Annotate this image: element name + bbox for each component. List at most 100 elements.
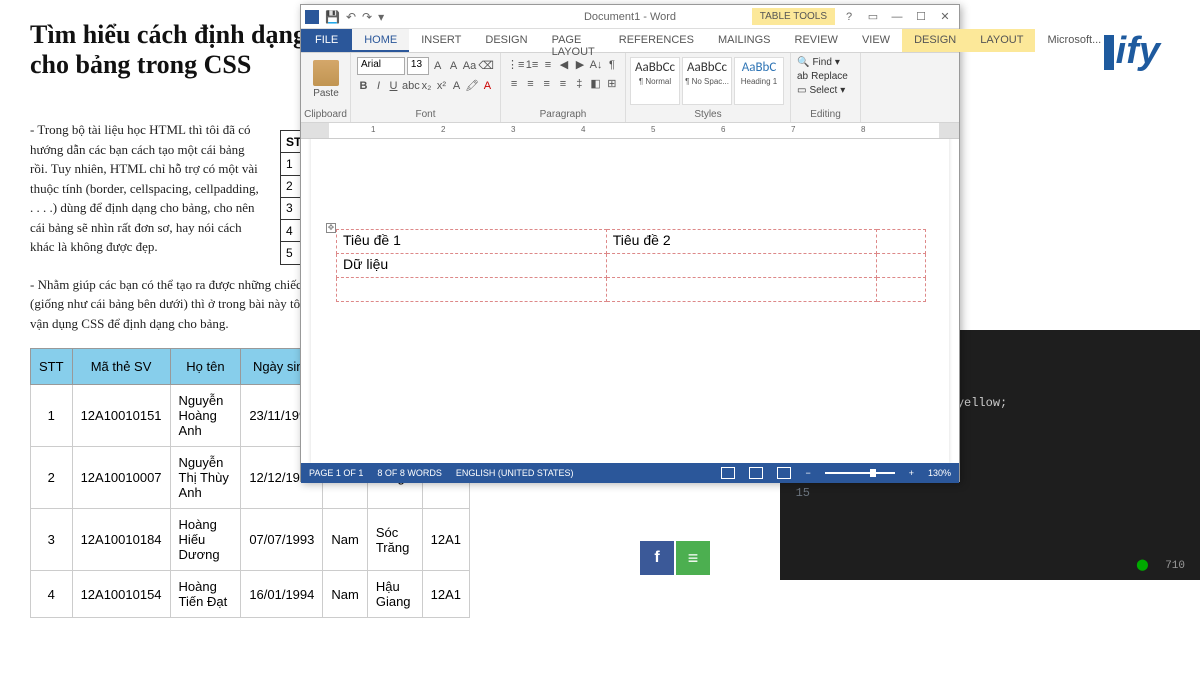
grow-font-icon[interactable]: A — [431, 58, 445, 74]
strike-button[interactable]: abc — [402, 78, 418, 94]
document-title: Document1 - Word — [584, 11, 676, 23]
horizontal-ruler[interactable]: 123 456 78 — [301, 123, 959, 139]
replace-button[interactable]: ab Replace — [797, 71, 854, 82]
table-move-handle-icon[interactable]: ✥ — [326, 223, 336, 233]
sort-icon[interactable]: A↓ — [589, 57, 603, 73]
decrease-indent-icon[interactable]: ◀ — [557, 57, 571, 73]
line-spacing-icon[interactable]: ‡ — [572, 76, 586, 92]
style-no-spacing[interactable]: AaBbCc¶ No Spac... — [682, 57, 732, 105]
read-mode-icon[interactable] — [721, 467, 735, 479]
word-app-icon[interactable] — [305, 10, 319, 24]
style-heading1[interactable]: AaBbCHeading 1 — [734, 57, 784, 105]
clear-format-icon[interactable]: ⌫ — [478, 58, 494, 74]
tab-microsoft[interactable]: Microsoft... — [1035, 29, 1113, 52]
zoom-percent[interactable]: 130% — [928, 468, 951, 478]
document-page[interactable]: ✥ Tiêu đề 1 Tiêu đề 2 Dữ liệu — [311, 139, 949, 463]
menu-icon[interactable]: ≡ — [676, 541, 710, 575]
minimize-icon[interactable]: — — [887, 11, 907, 23]
tab-insert[interactable]: INSERT — [409, 29, 473, 52]
ribbon-options-icon[interactable]: ▭ — [863, 10, 883, 23]
table-cell[interactable]: Tiêu đề 2 — [606, 230, 876, 254]
justify-icon[interactable]: ≡ — [556, 76, 570, 92]
select-button[interactable]: ▭ Select ▾ — [797, 85, 854, 96]
tab-view[interactable]: VIEW — [850, 29, 902, 52]
tab-mailings[interactable]: MAILINGS — [706, 29, 783, 52]
zoom-out-button[interactable]: − — [805, 468, 810, 478]
tab-review[interactable]: REVIEW — [783, 29, 850, 52]
table-cell[interactable]: Tiêu đề 1 — [337, 230, 607, 254]
zoom-slider[interactable] — [825, 472, 895, 474]
status-language[interactable]: ENGLISH (UNITED STATES) — [456, 468, 574, 478]
multilevel-icon[interactable]: ≡ — [541, 57, 555, 73]
document-table[interactable]: Tiêu đề 1 Tiêu đề 2 Dữ liệu — [336, 229, 926, 302]
table-cell[interactable] — [876, 230, 926, 254]
table-cell[interactable] — [337, 278, 607, 302]
quick-access-toolbar: 💾 ↶ ↷ ▾ — [305, 10, 384, 24]
status-page[interactable]: PAGE 1 OF 1 — [309, 468, 363, 478]
align-center-icon[interactable]: ≡ — [523, 76, 537, 92]
zoom-in-button[interactable]: + — [909, 468, 914, 478]
tab-home[interactable]: HOME — [352, 29, 409, 52]
subscript-button[interactable]: x₂ — [420, 78, 433, 94]
font-name-select[interactable]: Arial — [357, 57, 405, 75]
social-buttons: f ≡ — [640, 541, 710, 575]
tab-references[interactable]: REFERENCES — [607, 29, 706, 52]
align-right-icon[interactable]: ≡ — [540, 76, 554, 92]
group-editing: 🔍 Find ▾ ab Replace ▭ Select ▾ Editing — [791, 53, 861, 122]
find-button[interactable]: 🔍 Find ▾ — [797, 57, 854, 68]
highlight-icon[interactable]: 🖍 — [465, 78, 479, 94]
table-cell[interactable] — [606, 254, 876, 278]
increase-indent-icon[interactable]: ▶ — [573, 57, 587, 73]
ribbon-tabs: FILE HOME INSERT DESIGN PAGE LAYOUT REFE… — [301, 29, 959, 53]
help-icon[interactable]: ? — [839, 11, 859, 23]
qat-dropdown-icon[interactable]: ▾ — [378, 10, 384, 24]
text-effects-icon[interactable]: A — [450, 78, 463, 94]
close-icon[interactable]: ✕ — [935, 10, 955, 23]
tab-table-design[interactable]: DESIGN — [902, 29, 968, 52]
table-cell[interactable]: Dữ liệu — [337, 254, 607, 278]
table-cell[interactable] — [876, 254, 926, 278]
print-layout-icon[interactable] — [749, 467, 763, 479]
save-icon[interactable]: 💾 — [325, 10, 340, 24]
shrink-font-icon[interactable]: A — [447, 58, 461, 74]
table-cell[interactable] — [606, 278, 876, 302]
paragraph-1: - Trong bộ tài liệu học HTML thì tôi đã … — [30, 120, 260, 257]
table-cell[interactable] — [876, 278, 926, 302]
paste-button[interactable]: Paste — [307, 57, 345, 101]
borders-icon[interactable]: ⊞ — [605, 76, 619, 92]
numbering-icon[interactable]: 1≡ — [525, 57, 539, 73]
bold-button[interactable]: B — [357, 78, 370, 94]
table-tools-tab: TABLE TOOLS — [752, 8, 835, 25]
tab-page-layout[interactable]: PAGE LAYOUT — [540, 29, 607, 52]
titlebar: 💾 ↶ ↷ ▾ Document1 - Word TABLE TOOLS ? ▭… — [301, 5, 959, 29]
show-marks-icon[interactable]: ¶ — [605, 57, 619, 73]
group-clipboard: Paste Clipboard — [301, 53, 351, 122]
status-words[interactable]: 8 OF 8 WORDS — [377, 468, 442, 478]
tab-design[interactable]: DESIGN — [473, 29, 539, 52]
font-size-select[interactable]: 13 — [407, 57, 429, 75]
tab-file[interactable]: FILE — [301, 29, 352, 52]
superscript-button[interactable]: x² — [435, 78, 448, 94]
redo-icon[interactable]: ↷ — [362, 10, 372, 24]
shading-icon[interactable]: ◧ — [588, 76, 602, 92]
word-window: 💾 ↶ ↷ ▾ Document1 - Word TABLE TOOLS ? ▭… — [300, 4, 960, 482]
style-normal[interactable]: AaBbCc¶ Normal — [630, 57, 680, 105]
align-left-icon[interactable]: ≡ — [507, 76, 521, 92]
group-paragraph: ⋮≡ 1≡ ≡ ◀ ▶ A↓ ¶ ≡ ≡ ≡ ≡ ‡ ◧ ⊞ Paragraph — [501, 53, 626, 122]
editor-status: ⬤ 710 — [1136, 558, 1185, 572]
maximize-icon[interactable]: ☐ — [911, 10, 931, 23]
bullets-icon[interactable]: ⋮≡ — [507, 57, 523, 73]
font-color-icon[interactable]: A — [481, 78, 494, 94]
ribbon: Paste Clipboard Arial 13 A A Aa ⌫ B I U … — [301, 53, 959, 123]
document-area[interactable]: ✥ Tiêu đề 1 Tiêu đề 2 Dữ liệu — [301, 139, 959, 463]
facebook-icon[interactable]: f — [640, 541, 674, 575]
change-case-icon[interactable]: Aa — [463, 58, 477, 74]
undo-icon[interactable]: ↶ — [346, 10, 356, 24]
group-font: Arial 13 A A Aa ⌫ B I U abc x₂ x² A 🖍 A … — [351, 53, 501, 122]
group-styles: AaBbCc¶ Normal AaBbCc¶ No Spac... AaBbCH… — [626, 53, 791, 122]
status-bar: PAGE 1 OF 1 8 OF 8 WORDS ENGLISH (UNITED… — [301, 463, 959, 483]
tab-table-layout[interactable]: LAYOUT — [968, 29, 1035, 52]
underline-button[interactable]: U — [387, 78, 400, 94]
web-layout-icon[interactable] — [777, 467, 791, 479]
italic-button[interactable]: I — [372, 78, 385, 94]
